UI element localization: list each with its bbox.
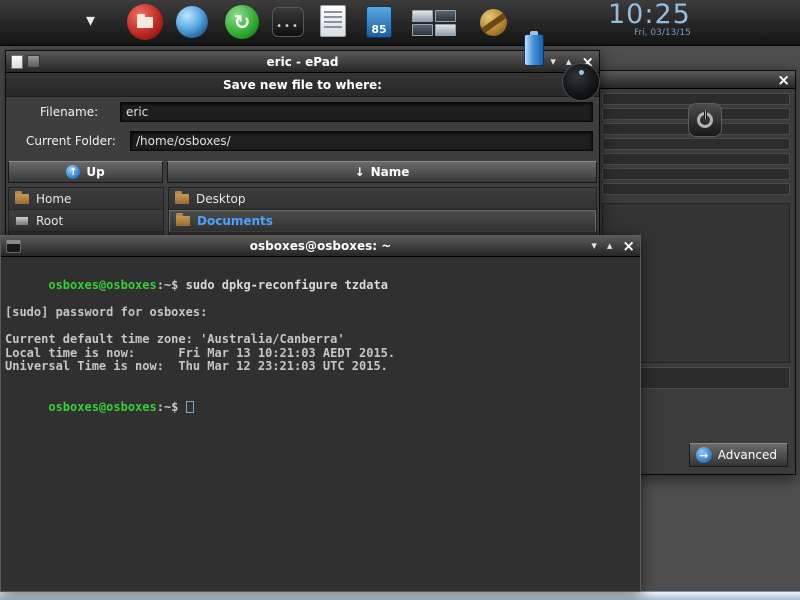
- settings-list-row[interactable]: [602, 153, 790, 165]
- no-entry-icon[interactable]: [480, 9, 507, 36]
- sort-button-label: Name: [370, 165, 410, 179]
- place-label: Home: [36, 191, 72, 206]
- taskbar: ▾ ↻ ••• 85 10:25 Fri, 03/13/15: [0, 0, 800, 137]
- workspace-switcher[interactable]: [412, 10, 456, 36]
- unshade-icon[interactable]: ▴: [607, 239, 613, 253]
- sort-down-icon: ↓: [354, 165, 365, 179]
- up-button-label: Up: [86, 165, 105, 179]
- terminal-line: osboxes@osboxes:~$ sudo dpkg-reconfigure…: [48, 277, 388, 292]
- epad-titlebar[interactable]: eric - ePad ▾ ▴ ×: [6, 51, 599, 73]
- current-folder-input[interactable]: [130, 131, 593, 151]
- close-icon[interactable]: ×: [777, 72, 790, 87]
- folder-icon: [176, 213, 190, 226]
- command-text: sudo dpkg-reconfigure tzdata: [185, 277, 388, 292]
- drive-icon: [15, 215, 29, 226]
- keypad-dots-icon: •••: [276, 21, 300, 32]
- document-launcher-icon[interactable]: [320, 5, 346, 37]
- battery-percent-label: 85: [371, 23, 387, 36]
- folder-icon: [175, 190, 189, 204]
- settings-titlebar[interactable]: ×: [597, 71, 795, 89]
- settings-list-row[interactable]: [602, 168, 790, 180]
- sort-by-name-button[interactable]: ↓ Name: [167, 161, 597, 183]
- up-button[interactable]: ↑ Up: [8, 161, 163, 183]
- terminal-window: osboxes@osboxes: ~ ▾ ▴ × osboxes@osboxes…: [0, 235, 641, 592]
- bottom-window-edge: [0, 591, 800, 600]
- current-folder-label: Current Folder:: [26, 134, 116, 148]
- folder-icon: [137, 13, 153, 28]
- save-dialog-heading: Save new file to where:: [6, 73, 599, 97]
- terminal-output[interactable]: osboxes@osboxes:~$ sudo dpkg-reconfigure…: [1, 257, 640, 436]
- terminal-icon: [6, 239, 21, 253]
- folder-icon: [15, 190, 29, 204]
- terminal-line: Universal Time is now: Thu Mar 12 23:21:…: [5, 359, 388, 374]
- files-launcher-icon[interactable]: [127, 4, 163, 40]
- advanced-button-label: Advanced: [717, 448, 777, 462]
- battery-icon[interactable]: [524, 31, 544, 66]
- terminal-line: [sudo] password for osboxes:: [5, 304, 208, 319]
- gauge-monitor-icon[interactable]: [562, 63, 600, 101]
- workspace-thumb[interactable]: [412, 10, 433, 22]
- terminal-prompt-line: osboxes@osboxes:~$: [5, 387, 636, 428]
- terminal-titlebar[interactable]: osboxes@osboxes: ~ ▾ ▴ ×: [1, 236, 640, 257]
- shade-icon[interactable]: ▾: [591, 239, 597, 253]
- shade-icon[interactable]: ▾: [550, 55, 556, 69]
- file-item-desktop[interactable]: Desktop: [169, 188, 596, 210]
- close-icon[interactable]: ×: [622, 239, 635, 254]
- settings-list-row[interactable]: [602, 138, 790, 150]
- advanced-button[interactable]: → Advanced: [688, 443, 788, 467]
- prompt-user: osboxes@osboxes: [48, 399, 157, 414]
- filename-label: Filename:: [40, 105, 99, 119]
- power-button[interactable]: [688, 103, 722, 137]
- workspace-thumb[interactable]: [435, 24, 456, 36]
- prompt-user: osboxes@osboxes: [48, 277, 157, 292]
- advanced-arrow-icon: →: [695, 447, 712, 463]
- terminal-cursor: [185, 400, 194, 413]
- place-item-root[interactable]: Root: [9, 210, 163, 232]
- chevron-down-icon[interactable]: ▾: [86, 10, 95, 31]
- clock-time: 10:25: [608, 0, 691, 30]
- filename-input[interactable]: [120, 102, 593, 122]
- terminal-line: Local time is now: Fri Mar 13 10:21:03 A…: [5, 345, 396, 360]
- battery-indicator[interactable]: 85: [366, 6, 392, 38]
- workspace-thumb[interactable]: [435, 10, 456, 22]
- file-label: Documents: [197, 214, 273, 228]
- settings-list-row[interactable]: [602, 183, 790, 195]
- terminal-launcher-icon[interactable]: •••: [272, 7, 304, 37]
- refresh-launcher-icon[interactable]: ↻: [225, 5, 259, 39]
- workspace-thumb[interactable]: [412, 24, 433, 36]
- epad-window-title: eric - ePad: [266, 54, 339, 69]
- file-item-documents-selected[interactable]: Documents: [169, 210, 596, 232]
- clock-widget[interactable]: 10:25 Fri, 03/13/15: [608, 0, 691, 38]
- browser-launcher-icon[interactable]: [176, 6, 208, 38]
- up-arrow-icon: ↑: [66, 165, 81, 179]
- epad-tool-icon: [27, 55, 40, 68]
- place-item-home[interactable]: Home: [9, 188, 163, 210]
- epad-app-icon: [11, 54, 23, 69]
- file-label: Desktop: [196, 191, 246, 206]
- refresh-icon: ↻: [233, 10, 251, 34]
- terminal-line: Current default time zone: 'Australia/Ca…: [5, 331, 345, 346]
- place-label: Root: [36, 213, 64, 228]
- terminal-window-title: osboxes@osboxes: ~: [249, 239, 392, 253]
